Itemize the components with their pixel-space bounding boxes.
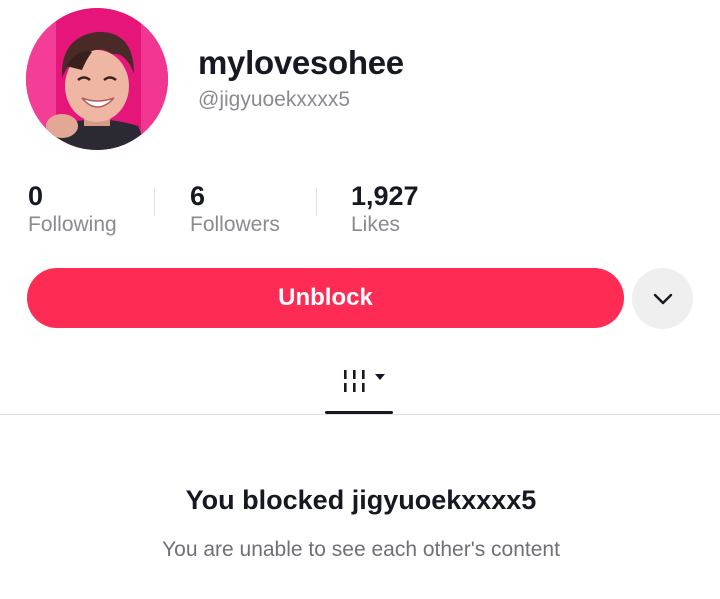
more-options-button[interactable]	[632, 268, 693, 329]
blocked-title: You blocked jigyuoekxxxx5	[185, 485, 537, 515]
stat-following[interactable]: 0 Following	[28, 180, 117, 238]
grid-icon	[344, 370, 385, 392]
tab-videos[interactable]	[325, 356, 393, 414]
stat-followers[interactable]: 6 Followers	[190, 180, 280, 238]
blocked-subtitle: You are unable to see each other's conte…	[162, 538, 560, 561]
followers-count: 6	[190, 181, 206, 211]
tab-separator	[0, 414, 720, 415]
chevron-down-icon	[653, 293, 672, 304]
likes-label: Likes	[351, 213, 401, 236]
stat-divider	[154, 188, 155, 216]
display-name: mylovesohee	[198, 44, 404, 81]
following-count: 0	[28, 181, 44, 211]
stat-likes[interactable]: 1,927 Likes	[351, 180, 419, 238]
likes-count: 1,927	[351, 181, 419, 211]
avatar-photo	[26, 8, 168, 150]
profile-page: mylovesohee @jigyuoekxxxx5 0 Following 6…	[0, 0, 720, 599]
user-handle: @jigyuoekxxxx5	[198, 88, 351, 111]
unblock-button[interactable]: Unblock	[27, 268, 624, 328]
following-label: Following	[28, 213, 117, 236]
avatar[interactable]	[26, 8, 168, 150]
stat-divider	[316, 188, 317, 216]
followers-label: Followers	[190, 213, 280, 236]
